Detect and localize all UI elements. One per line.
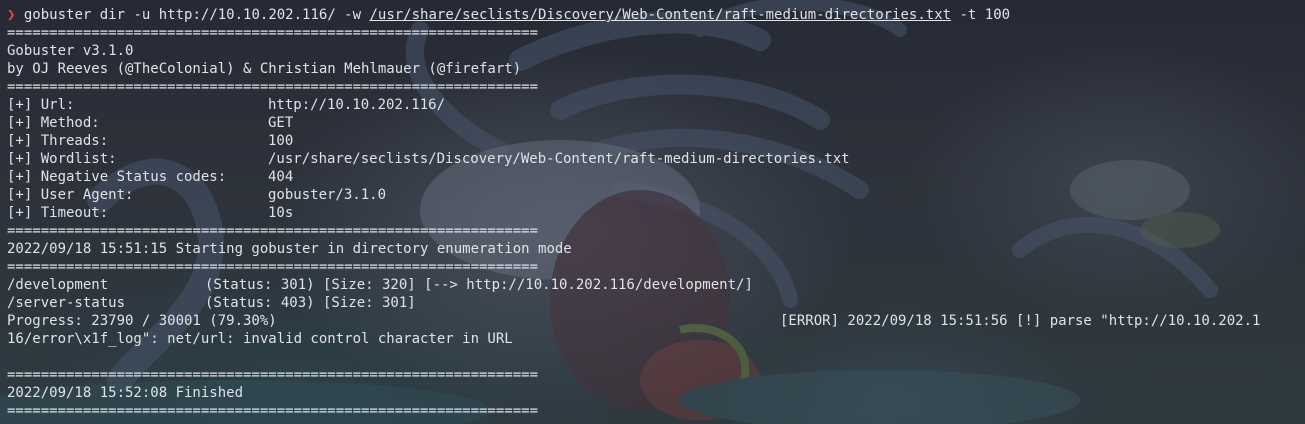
result-info: (Status: 301) [Size: 320] [--> http://10… (205, 277, 753, 293)
result-path: /server-status (7, 295, 126, 311)
config-row: [+] Timeout: 10s (7, 204, 1305, 222)
config-key: [+] Threads: (7, 133, 109, 149)
config-value: gobuster/3.1.0 (268, 187, 387, 203)
result-row: /server-status (Status: 403) [Size: 301] (7, 294, 1305, 312)
result-row: /development (Status: 301) [Size: 320] [-… (7, 276, 1305, 294)
config-row: [+] Url: http://10.10.202.116/ (7, 96, 1305, 114)
config-value: GET (268, 115, 294, 131)
command-line: ❯ gobuster dir -u http://10.10.202.116/ … (7, 6, 1305, 24)
finished-line: 2022/09/18 15:52:08 Finished (7, 385, 244, 401)
wordlist-path-link[interactable]: /usr/share/seclists/Discovery/Web-Conten… (369, 7, 951, 23)
separator-line: ========================================… (7, 223, 539, 239)
config-row: [+] Negative Status codes: 404 (7, 168, 1305, 186)
start-status-line: 2022/09/18 15:51:15 Starting gobuster in… (7, 241, 572, 257)
command-args: dir -u http://10.10.202.116/ -w (91, 7, 370, 23)
separator-line: ========================================… (7, 79, 539, 95)
command-args-tail: -t 100 (951, 7, 1011, 23)
terminal-window[interactable]: ❯ gobuster dir -u http://10.10.202.116/ … (0, 0, 1305, 424)
config-value: /usr/share/seclists/Discovery/Web-Conten… (268, 151, 850, 167)
error-message: [ERROR] 2022/09/18 15:51:56 [!] parse "h… (780, 313, 1261, 329)
config-key: [+] User Agent: (7, 187, 134, 203)
result-info: (Status: 403) [Size: 301] (205, 295, 416, 311)
separator-line: ========================================… (7, 403, 539, 419)
config-key: [+] Timeout: (7, 205, 109, 221)
config-value: 100 (268, 133, 294, 149)
config-row: [+] User Agent: gobuster/3.1.0 (7, 186, 1305, 204)
separator-line: ========================================… (7, 367, 539, 383)
config-key: [+] Wordlist: (7, 151, 117, 167)
config-key: [+] Method: (7, 115, 100, 131)
banner-authors: by OJ Reeves (@TheColonial) & Christian … (7, 61, 522, 77)
config-row: [+] Method: GET (7, 114, 1305, 132)
progress-text: Progress: 23790 / 30001 (79.30%) (7, 313, 277, 329)
config-key: [+] Negative Status codes: (7, 169, 227, 185)
config-key: [+] Url: (7, 97, 75, 113)
config-row: [+] Threads: 100 (7, 132, 1305, 150)
config-value: 10s (268, 205, 294, 221)
banner-version: Gobuster v3.1.0 (7, 43, 134, 59)
command-program: gobuster (23, 7, 92, 23)
config-value: http://10.10.202.116/ (268, 97, 446, 113)
config-value: 404 (268, 169, 294, 185)
config-row: [+] Wordlist: /usr/share/seclists/Discove… (7, 150, 1305, 168)
error-message-continued: 16/error\x1f_log": net/url: invalid cont… (7, 331, 513, 347)
separator-line: ========================================… (7, 25, 539, 41)
separator-line: ========================================… (7, 259, 539, 275)
prompt-arrow-icon: ❯ (7, 7, 16, 23)
result-path: /development (7, 277, 109, 293)
terminal-output[interactable]: ❯ gobuster dir -u http://10.10.202.116/ … (7, 6, 1305, 420)
progress-line: Progress: 23790 / 30001 (79.30%) [ERROR] … (7, 312, 1305, 330)
